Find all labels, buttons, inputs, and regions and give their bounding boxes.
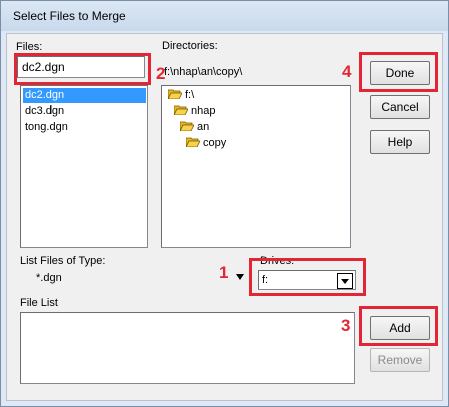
annotation-number-2: 2: [156, 64, 166, 83]
file-item-dc2[interactable]: dc2.dgn: [23, 88, 146, 103]
remove-button-label: Remove: [377, 353, 423, 367]
cancel-button-label: Cancel: [381, 100, 419, 114]
files-label: Files:: [16, 41, 43, 53]
file-list-box[interactable]: [20, 312, 355, 384]
dir-label: an: [197, 121, 210, 133]
highlight-box-add: [359, 306, 438, 346]
dir-item-nhap[interactable]: nhap: [172, 104, 217, 119]
highlight-box-drives: [249, 258, 366, 296]
annotation-number-3: 3: [341, 316, 351, 335]
files-listbox[interactable]: dc2.dgn dc3.dgn tong.dgn: [20, 85, 148, 248]
dir-item-an[interactable]: an: [178, 120, 211, 135]
dir-label: nhap: [191, 105, 216, 117]
highlight-box-done: [359, 52, 438, 92]
open-folder-icon: [180, 121, 194, 131]
file-item-dc3[interactable]: dc3.dgn: [23, 104, 66, 119]
text-cursor-icon: I: [49, 102, 53, 117]
list-type-label: List Files of Type:: [20, 255, 106, 267]
highlight-box-file-input: [14, 53, 151, 85]
help-button-label: Help: [387, 135, 413, 149]
help-button[interactable]: Help: [370, 130, 430, 154]
dialog-title: Select Files to Merge: [13, 9, 126, 23]
open-folder-icon: [186, 137, 200, 147]
chevron-down-icon[interactable]: [236, 274, 244, 280]
directories-listbox[interactable]: f:\ nhap an copy: [161, 85, 351, 248]
open-folder-icon: [168, 89, 182, 99]
dir-label: f:\: [185, 89, 195, 101]
dir-label: copy: [203, 137, 227, 149]
open-folder-icon: [174, 105, 188, 115]
annotation-number-4: 4: [342, 62, 352, 81]
remove-button[interactable]: Remove: [370, 348, 430, 372]
cancel-button[interactable]: Cancel: [370, 95, 430, 119]
dir-item-f[interactable]: f:\: [166, 88, 196, 103]
directories-label: Directories:: [162, 40, 218, 52]
annotation-number-1: 1: [219, 263, 229, 282]
file-list-label: File List: [20, 297, 58, 309]
dir-item-copy[interactable]: copy: [184, 136, 228, 151]
file-item-tong[interactable]: tong.dgn: [23, 120, 70, 135]
directory-path: f:\nhap\an\copy\: [164, 66, 243, 78]
list-type-value: *.dgn: [36, 272, 62, 284]
list-type-select[interactable]: *.dgn: [20, 268, 246, 288]
